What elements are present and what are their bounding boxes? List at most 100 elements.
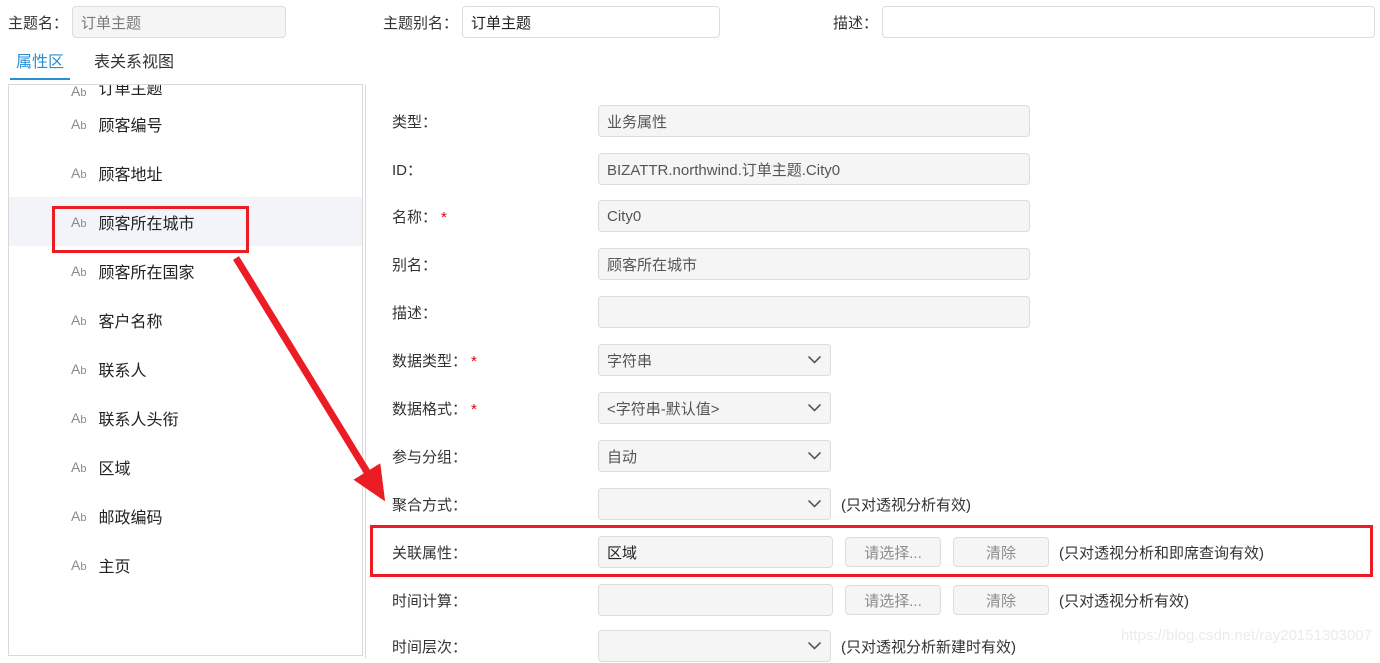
time-level-label: 时间层次： — [392, 638, 468, 656]
description-label: 描述： — [392, 304, 438, 322]
subject-description-label: 描述： — [833, 14, 879, 32]
tree-item-label: 主页 — [98, 558, 131, 576]
aggregation-select[interactable] — [598, 488, 831, 520]
topbar: 主题名： 主题别名： 描述： — [0, 0, 1380, 46]
tab-table-relation-view[interactable]: 表关系视图 — [88, 48, 180, 80]
ab-icon: Ab — [71, 85, 87, 99]
form-row-data-format: 数据格式： * — [370, 391, 831, 425]
grouping-select-wrap — [598, 440, 831, 472]
tree-item-label: 区域 — [98, 460, 131, 478]
aggregation-label: 聚合方式： — [392, 496, 468, 514]
time-calculation-clear-button[interactable]: 清除 — [953, 585, 1049, 615]
ab-icon: Ab — [71, 115, 87, 132]
ab-icon: Ab — [71, 556, 87, 573]
tree-item-contact[interactable]: Ab 联系人 — [9, 344, 362, 393]
time-level-note: (只对透视分析新建时有效) — [841, 638, 1016, 656]
ab-icon: Ab — [71, 262, 87, 279]
ab-icon: Ab — [71, 458, 87, 475]
data-format-select[interactable] — [598, 392, 831, 424]
tree-item-customer-id[interactable]: Ab 顾客编号 — [9, 99, 362, 148]
tree-item-customer-name[interactable]: Ab 客户名称 — [9, 295, 362, 344]
alias-input[interactable] — [598, 248, 1030, 280]
subject-name-field-group: 主题名： — [8, 6, 287, 38]
data-format-label-text: 数据格式： — [392, 400, 468, 418]
tree-item-label: 顾客所在国家 — [98, 264, 195, 282]
form-row-id: ID： — [370, 152, 1030, 186]
subject-alias-field-group: 主题别名： — [383, 6, 721, 38]
tree-item-label: 顾客地址 — [98, 166, 163, 184]
tree-item-label: 联系人头衔 — [98, 411, 179, 429]
associated-attribute-label: 关联属性： — [392, 544, 468, 562]
form-row-data-type: 数据类型： * — [370, 343, 831, 377]
data-type-select[interactable] — [598, 344, 831, 376]
ab-icon: Ab — [71, 311, 87, 328]
data-type-select-wrap — [598, 344, 831, 376]
subject-alias-label: 主题别名： — [383, 14, 459, 32]
tab-bar: 属性区 表关系视图 — [0, 48, 1380, 84]
tree-item-subject-root[interactable]: Ab 订单主题 — [9, 85, 362, 99]
form-row-associated-attribute: 关联属性： 请选择... 清除 (只对透视分析和即席查询有效) — [370, 535, 1264, 569]
description-input[interactable] — [598, 296, 1030, 328]
tree-item-homepage[interactable]: Ab 主页 — [9, 540, 362, 589]
id-input[interactable] — [598, 153, 1030, 185]
subject-description-field-group: 描述： — [833, 6, 1376, 38]
ab-icon: Ab — [71, 213, 87, 230]
required-marker: * — [441, 208, 447, 226]
name-input[interactable] — [598, 200, 1030, 232]
ab-icon: Ab — [71, 507, 87, 524]
grouping-select[interactable] — [598, 440, 831, 472]
attribute-tree-panel: Ab 订单主题 Ab 顾客编号 Ab 顾客地址 Ab 顾客所在城市 Ab 顾客所… — [8, 84, 363, 656]
tree-item-customer-address[interactable]: Ab 顾客地址 — [9, 148, 362, 197]
associated-attribute-input[interactable] — [598, 536, 833, 568]
tree-item-customer-city[interactable]: Ab 顾客所在城市 — [9, 197, 362, 246]
associated-attribute-note: (只对透视分析和即席查询有效) — [1059, 544, 1264, 562]
time-level-select[interactable] — [598, 630, 831, 662]
tree-item-label: 客户名称 — [98, 313, 163, 331]
ab-icon: Ab — [71, 164, 87, 181]
time-level-select-wrap — [598, 630, 831, 662]
data-format-label: 数据格式： * — [370, 398, 598, 419]
tree-item-label: 顾客所在城市 — [98, 215, 195, 233]
form-row-grouping: 参与分组： — [370, 439, 831, 473]
form-row-time-calculation: 时间计算： 请选择... 清除 (只对透视分析有效) — [370, 583, 1189, 617]
ab-icon: Ab — [71, 360, 87, 377]
tree-item-label: 联系人 — [98, 362, 147, 380]
time-calculation-select-button[interactable]: 请选择... — [845, 585, 941, 615]
tree-item-label: 邮政编码 — [98, 509, 163, 527]
alias-label: 别名： — [392, 256, 438, 274]
ab-icon: Ab — [71, 409, 87, 426]
subject-description-input[interactable] — [882, 6, 1376, 38]
tree-item-postal-code[interactable]: Ab 邮政编码 — [9, 491, 362, 540]
associated-attribute-clear-button[interactable]: 清除 — [953, 537, 1049, 567]
required-marker: * — [471, 352, 477, 370]
tree-item-region[interactable]: Ab 区域 — [9, 442, 362, 491]
data-type-label-text: 数据类型： — [392, 352, 468, 370]
associated-attribute-select-button[interactable]: 请选择... — [845, 537, 941, 567]
type-input[interactable] — [598, 105, 1030, 137]
aggregation-note: (只对透视分析有效) — [841, 496, 971, 514]
attribute-detail-form: 类型： ID： 名称：* 别名： 描述： 数据类型：* 数据格式：* — [370, 84, 1380, 662]
tree-item-contact-title[interactable]: Ab 联系人头衔 — [9, 393, 362, 442]
time-calculation-label: 时间计算： — [392, 592, 468, 610]
form-row-description: 描述： — [370, 295, 1030, 329]
id-label: ID： — [392, 161, 423, 179]
watermark-text: https://blog.csdn.net/ray20151303007 — [1120, 627, 1372, 644]
required-marker: * — [471, 400, 477, 418]
form-row-alias: 别名： — [370, 247, 1030, 281]
time-calculation-input[interactable] — [598, 584, 833, 616]
data-type-label: 数据类型： * — [370, 350, 598, 371]
form-row-aggregation: 聚合方式： (只对透视分析有效) — [370, 487, 971, 521]
subject-alias-input[interactable] — [462, 6, 721, 38]
subject-name-input[interactable] — [72, 6, 287, 38]
tab-attribute-area[interactable]: 属性区 — [10, 48, 71, 80]
form-row-type: 类型： — [370, 104, 1030, 138]
subject-name-label: 主题名： — [8, 14, 69, 32]
tree-item-customer-country[interactable]: Ab 顾客所在国家 — [9, 246, 362, 295]
pane-divider — [365, 84, 366, 658]
grouping-label: 参与分组： — [392, 448, 468, 466]
tree-item-label: 订单主题 — [98, 85, 163, 98]
name-label-text: 名称： — [392, 208, 438, 226]
name-label: 名称： * — [370, 206, 598, 227]
tree-item-label: 顾客编号 — [98, 117, 163, 135]
time-calculation-note: (只对透视分析有效) — [1059, 592, 1189, 610]
